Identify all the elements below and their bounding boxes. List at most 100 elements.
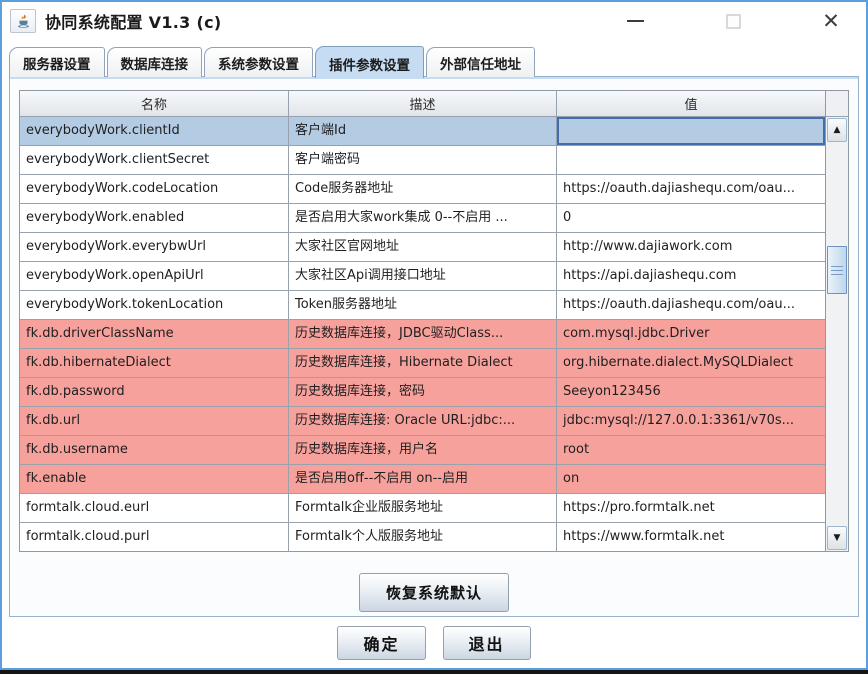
close-button[interactable]: ✕ bbox=[816, 8, 846, 34]
table-row[interactable]: everybodyWork.clientSecret 客户端密码 bbox=[20, 146, 825, 175]
table-row[interactable]: everybodyWork.codeLocation Code服务器地址 htt… bbox=[20, 175, 825, 204]
cell-name: fk.db.url bbox=[20, 407, 289, 436]
column-header-value[interactable]: 值 bbox=[557, 91, 825, 117]
cell-name: formtalk.cloud.eurl bbox=[20, 494, 289, 523]
cell-description: Formtalk企业版服务地址 bbox=[289, 494, 557, 523]
cell-value: root bbox=[557, 436, 825, 465]
scroll-down-button[interactable]: ▼ bbox=[827, 526, 847, 550]
title-bar: 协同系统配置 V1.3 (c) ✕ bbox=[2, 2, 866, 40]
table-row[interactable]: fk.enable 是否启用off--不启用 on--启用 on bbox=[20, 465, 825, 494]
ok-button[interactable]: 确定 bbox=[337, 625, 426, 660]
cell-name: everybodyWork.everybwUrl bbox=[20, 233, 289, 262]
cell-description: 是否启用大家work集成 0--不启用 ... bbox=[289, 204, 557, 233]
cell-value: https://api.dajiashequ.com bbox=[557, 262, 825, 291]
parameters-table: 名称 描述 值 everybodyWork.clientId 客户端Id eve… bbox=[19, 90, 849, 552]
tab-数据库连接[interactable]: 数据库连接 bbox=[106, 47, 202, 77]
cell-value: https://www.formtalk.net bbox=[557, 523, 825, 551]
cell-description: Token服务器地址 bbox=[289, 291, 557, 320]
cell-name: fk.db.username bbox=[20, 436, 289, 465]
cell-description: 大家社区官网地址 bbox=[289, 233, 557, 262]
cell-name: fk.db.hibernateDialect bbox=[20, 349, 289, 378]
maximize-button bbox=[718, 8, 748, 34]
cell-value bbox=[557, 146, 825, 175]
java-app-icon bbox=[10, 9, 36, 33]
restore-defaults-button[interactable]: 恢复系统默认 bbox=[358, 573, 509, 612]
cell-name: everybodyWork.tokenLocation bbox=[20, 291, 289, 320]
cell-name: everybodyWork.clientId bbox=[20, 117, 289, 146]
scroll-up-button[interactable]: ▲ bbox=[827, 118, 847, 142]
cell-name: everybodyWork.clientSecret bbox=[20, 146, 289, 175]
table-row[interactable]: fk.db.password 历史数据库连接，密码 Seeyon123456 bbox=[20, 378, 825, 407]
table-row[interactable]: everybodyWork.clientId 客户端Id bbox=[20, 117, 825, 146]
maximize-icon bbox=[725, 13, 741, 29]
scroll-down-icon: ▼ bbox=[833, 533, 841, 543]
cell-name: everybodyWork.enabled bbox=[20, 204, 289, 233]
table-row[interactable]: formtalk.cloud.eurl Formtalk企业版服务地址 http… bbox=[20, 494, 825, 523]
table-header-row: 名称 描述 值 bbox=[20, 91, 825, 117]
cell-name: fk.enable bbox=[20, 465, 289, 494]
tab-外部信任地址[interactable]: 外部信任地址 bbox=[426, 47, 535, 77]
minimize-icon bbox=[626, 20, 644, 22]
cell-description: 是否启用off--不启用 on--启用 bbox=[289, 465, 557, 494]
scrollbar-header-corner bbox=[826, 91, 848, 117]
close-icon: ✕ bbox=[822, 8, 840, 33]
dialog-button-bar: 确定 退出 bbox=[2, 617, 866, 668]
vertical-scrollbar: ▲ ▼ bbox=[825, 91, 848, 551]
table-main: 名称 描述 值 everybodyWork.clientId 客户端Id eve… bbox=[20, 91, 825, 551]
cell-value: https://oauth.dajiashequ.com/oau... bbox=[557, 291, 825, 320]
window-controls: ✕ bbox=[620, 8, 852, 34]
minimize-button[interactable] bbox=[620, 8, 650, 34]
table-row[interactable]: everybodyWork.everybwUrl 大家社区官网地址 http:/… bbox=[20, 233, 825, 262]
cell-name: formtalk.cloud.purl bbox=[20, 523, 289, 551]
cell-value: http://www.dajiawork.com bbox=[557, 233, 825, 262]
cell-name: fk.db.driverClassName bbox=[20, 320, 289, 349]
cell-description: 历史数据库连接，Hibernate Dialect bbox=[289, 349, 557, 378]
screen-frame: 协同系统配置 V1.3 (c) ✕ 服务器设置 数据库连接 系统参数设置 插件参… bbox=[0, 0, 868, 674]
table-row[interactable]: everybodyWork.enabled 是否启用大家work集成 0--不启… bbox=[20, 204, 825, 233]
app-window: 协同系统配置 V1.3 (c) ✕ 服务器设置 数据库连接 系统参数设置 插件参… bbox=[0, 0, 868, 670]
cell-value: jdbc:mysql://127.0.0.1:3361/v70s... bbox=[557, 407, 825, 436]
cell-name: fk.db.password bbox=[20, 378, 289, 407]
cell-description: Code服务器地址 bbox=[289, 175, 557, 204]
column-header-name[interactable]: 名称 bbox=[20, 91, 289, 117]
tab-bar: 服务器设置 数据库连接 系统参数设置 插件参数设置 外部信任地址 bbox=[2, 40, 866, 78]
restore-row: 恢复系统默认 bbox=[10, 573, 858, 612]
tab-服务器设置[interactable]: 服务器设置 bbox=[9, 47, 105, 77]
scroll-up-icon: ▲ bbox=[833, 125, 841, 135]
tab-插件参数设置[interactable]: 插件参数设置 bbox=[315, 46, 424, 78]
cell-description: 客户端Id bbox=[289, 117, 557, 146]
cell-description: 历史数据库连接，密码 bbox=[289, 378, 557, 407]
cell-value: on bbox=[557, 465, 825, 494]
cell-description: 历史数据库连接，JDBC驱动Class... bbox=[289, 320, 557, 349]
scrollbar-thumb[interactable] bbox=[827, 246, 847, 295]
cell-name: everybodyWork.openApiUrl bbox=[20, 262, 289, 291]
table-row[interactable]: fk.db.hibernateDialect 历史数据库连接，Hibernate… bbox=[20, 349, 825, 378]
cell-description: 历史数据库连接，用户名 bbox=[289, 436, 557, 465]
table-row[interactable]: everybodyWork.openApiUrl 大家社区Api调用接口地址 h… bbox=[20, 262, 825, 291]
cell-value: org.hibernate.dialect.MySQLDialect bbox=[557, 349, 825, 378]
table-row[interactable]: formtalk.cloud.purl Formtalk个人版服务地址 http… bbox=[20, 523, 825, 551]
tab-系统参数设置[interactable]: 系统参数设置 bbox=[204, 47, 313, 77]
column-header-description[interactable]: 描述 bbox=[289, 91, 557, 117]
scrollbar-grip-icon bbox=[831, 265, 843, 275]
table-row[interactable]: fk.db.url 历史数据库连接: Oracle URL:jdbc:... j… bbox=[20, 407, 825, 436]
cell-value: com.mysql.jdbc.Driver bbox=[557, 320, 825, 349]
cell-value bbox=[557, 117, 825, 146]
exit-button[interactable]: 退出 bbox=[442, 625, 531, 660]
table-body: everybodyWork.clientId 客户端Id everybodyWo… bbox=[20, 117, 825, 551]
table-row[interactable]: fk.db.username 历史数据库连接，用户名 root bbox=[20, 436, 825, 465]
cell-value: https://pro.formtalk.net bbox=[557, 494, 825, 523]
cell-description: 历史数据库连接: Oracle URL:jdbc:... bbox=[289, 407, 557, 436]
coffee-cup-icon bbox=[17, 13, 29, 28]
cell-value: Seeyon123456 bbox=[557, 378, 825, 407]
cell-name: everybodyWork.codeLocation bbox=[20, 175, 289, 204]
cell-value: https://oauth.dajiashequ.com/oau... bbox=[557, 175, 825, 204]
cell-description: Formtalk个人版服务地址 bbox=[289, 523, 557, 551]
scrollbar-track[interactable] bbox=[826, 143, 848, 525]
window-title: 协同系统配置 V1.3 (c) bbox=[45, 13, 222, 32]
cell-description: 客户端密码 bbox=[289, 146, 557, 175]
table-row[interactable]: fk.db.driverClassName 历史数据库连接，JDBC驱动Clas… bbox=[20, 320, 825, 349]
cell-description: 大家社区Api调用接口地址 bbox=[289, 262, 557, 291]
plugin-settings-panel: 名称 描述 值 everybodyWork.clientId 客户端Id eve… bbox=[9, 76, 859, 617]
table-row[interactable]: everybodyWork.tokenLocation Token服务器地址 h… bbox=[20, 291, 825, 320]
